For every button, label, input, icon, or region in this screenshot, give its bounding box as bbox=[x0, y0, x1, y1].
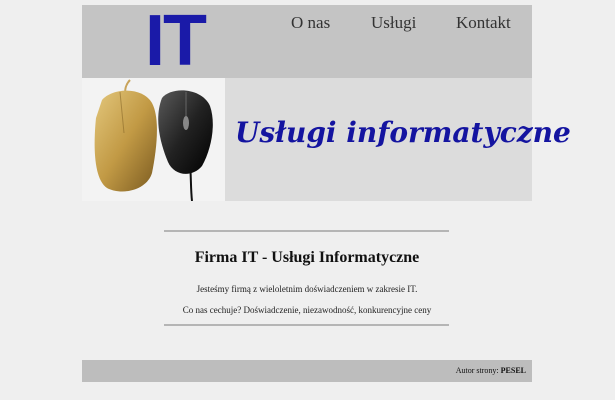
footer: Autor strony: PESEL bbox=[82, 360, 532, 382]
paragraph-1: Jesteśmy firmą z wieloletnim doświadczen… bbox=[196, 284, 418, 294]
header: IT O nas Usługi Kontakt bbox=[82, 5, 532, 78]
paragraph-2: Co nas cechuje? Doświadczenie, niezawodn… bbox=[182, 305, 432, 315]
divider-bottom bbox=[164, 324, 449, 326]
logo: IT bbox=[145, 1, 207, 81]
nav-link-kontakt[interactable]: Kontakt bbox=[456, 13, 511, 33]
banner-title: Usługi informatyczne bbox=[235, 116, 571, 149]
footer-author: Autor strony: PESEL bbox=[456, 366, 526, 375]
divider-top bbox=[164, 230, 449, 232]
page: IT O nas Usługi Kontakt Usługi informaty… bbox=[82, 5, 571, 395]
footer-author-name: PESEL bbox=[500, 366, 526, 375]
computer-mice-image bbox=[82, 78, 225, 201]
banner: Usługi informatyczne bbox=[82, 78, 571, 201]
page-heading: Firma IT - Usługi Informatyczne bbox=[194, 249, 420, 266]
main-content: Firma IT - Usługi Informatyczne Jesteśmy… bbox=[82, 201, 532, 360]
footer-author-label: Autor strony: bbox=[455, 366, 501, 375]
nav-link-o-nas[interactable]: O nas bbox=[291, 13, 330, 33]
nav-link-uslugi[interactable]: Usługi bbox=[371, 13, 416, 33]
